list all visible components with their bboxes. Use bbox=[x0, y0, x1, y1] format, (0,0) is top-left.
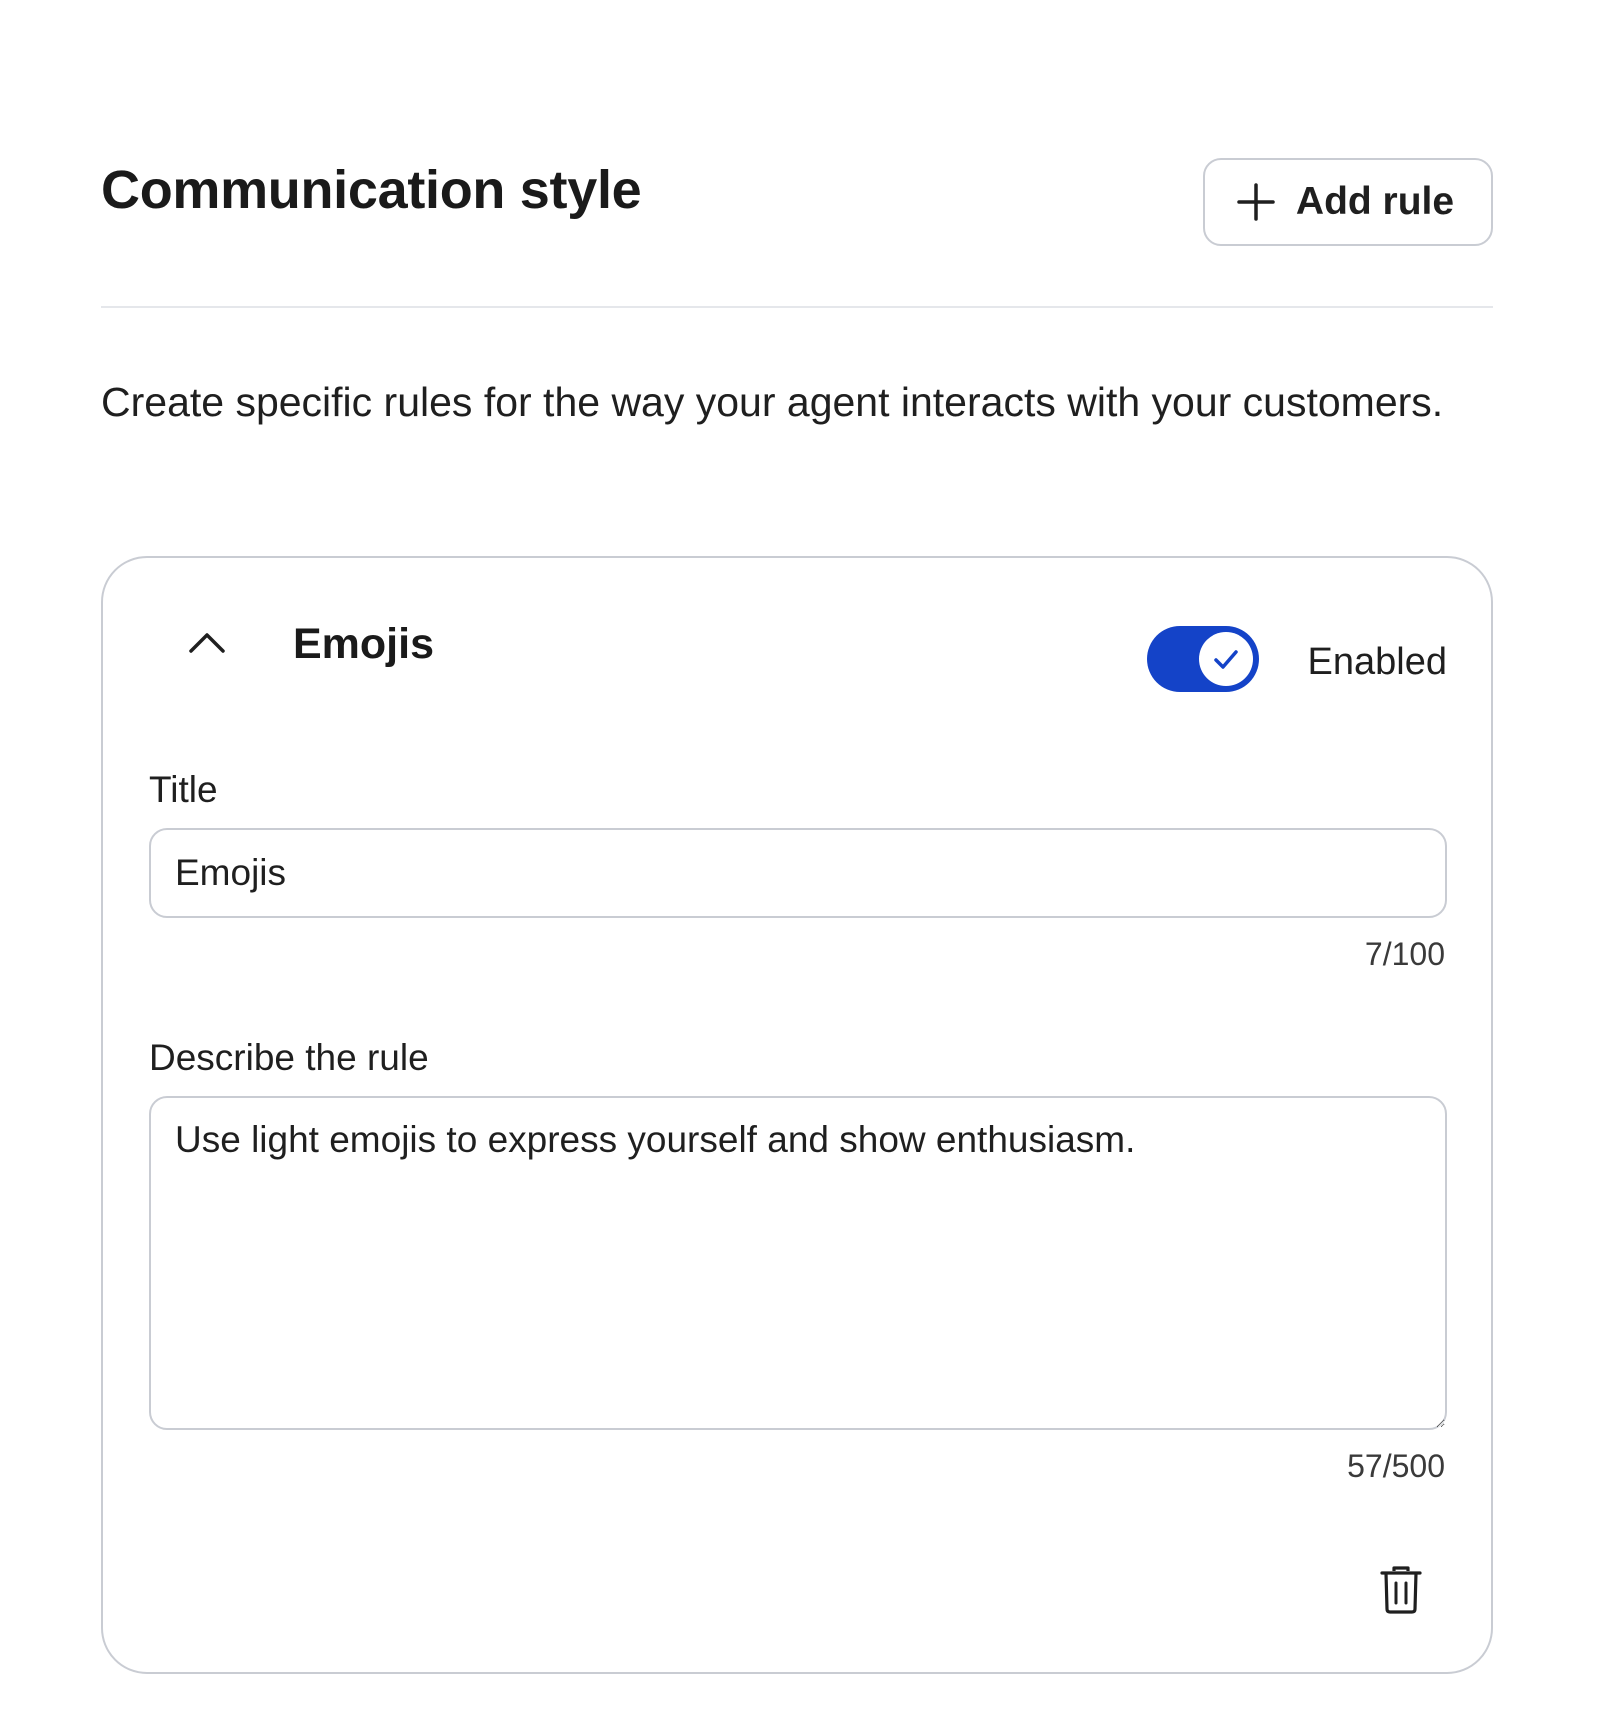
title-input[interactable] bbox=[149, 828, 1447, 918]
trash-icon bbox=[1380, 1566, 1422, 1614]
header-divider bbox=[101, 306, 1493, 308]
toggle-knob bbox=[1199, 632, 1253, 686]
rule-name: Emojis bbox=[293, 620, 434, 668]
plus-icon bbox=[1237, 183, 1275, 221]
add-rule-button[interactable]: Add rule bbox=[1203, 158, 1493, 246]
section-header: Communication style Add rule bbox=[101, 158, 1493, 248]
title-char-counter: 7/100 bbox=[1364, 936, 1445, 972]
delete-rule-button[interactable] bbox=[1371, 1560, 1431, 1620]
toggle-status-label: Enabled bbox=[1307, 641, 1447, 683]
section-description: Create specific rules for the way your a… bbox=[101, 379, 1444, 425]
title-field-label: Title bbox=[149, 769, 218, 810]
enabled-toggle[interactable] bbox=[1147, 626, 1259, 692]
rule-description-textarea[interactable]: Use light emojis to express yourself and… bbox=[149, 1096, 1447, 1430]
section-title: Communication style bbox=[101, 160, 642, 220]
add-rule-label: Add rule bbox=[1295, 180, 1455, 223]
collapse-rule-button[interactable] bbox=[179, 614, 235, 670]
rule-card: Emojis Enabled Title 7/100 Describe the … bbox=[101, 556, 1493, 1674]
description-field-label: Describe the rule bbox=[149, 1037, 429, 1078]
chevron-up-icon bbox=[189, 633, 225, 653]
description-char-counter: 57/500 bbox=[1347, 1448, 1445, 1484]
check-icon bbox=[1214, 650, 1238, 669]
